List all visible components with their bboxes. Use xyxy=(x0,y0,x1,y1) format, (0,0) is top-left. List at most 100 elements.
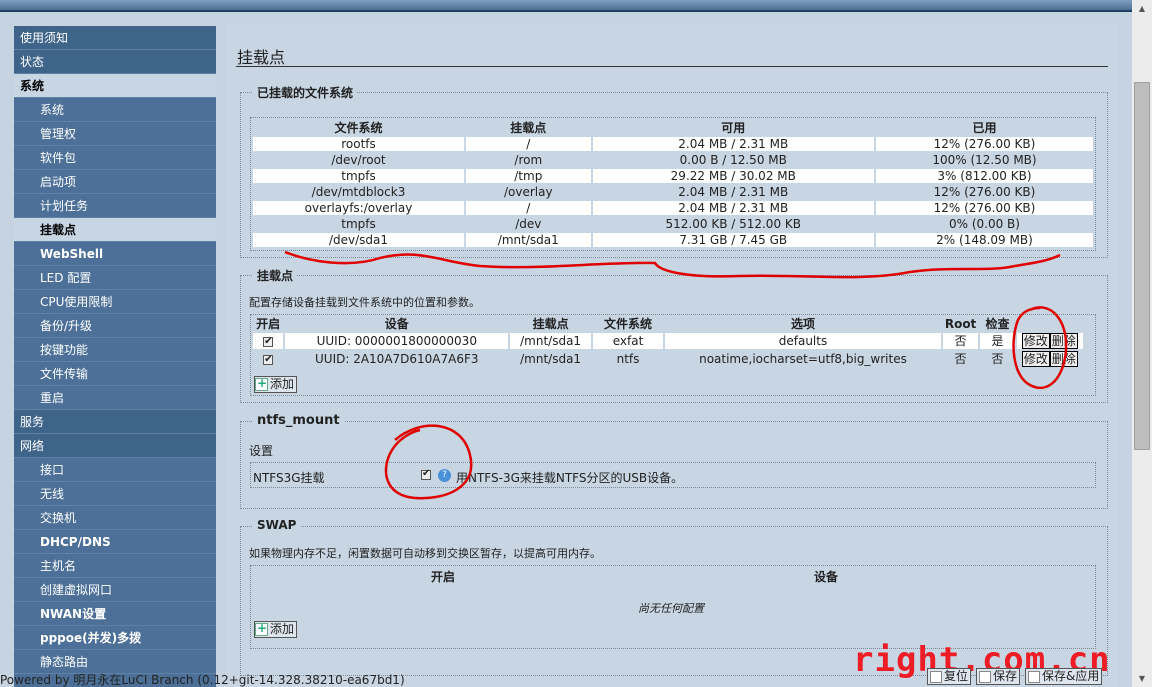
enabled-cell xyxy=(253,333,284,349)
sidebar-item[interactable]: 软件包 xyxy=(14,146,216,170)
edit-button[interactable]: 修改 xyxy=(1021,351,1050,367)
table-cell: /dev/sda1 xyxy=(253,233,464,247)
reset-button[interactable]: 复位 xyxy=(927,668,972,685)
sidebar-item[interactable]: 创建虚拟网口 xyxy=(14,578,216,602)
sidebar-item[interactable]: 重启 xyxy=(14,386,216,410)
enabled-checkbox[interactable] xyxy=(263,335,274,349)
help-icon[interactable]: ? xyxy=(438,469,451,482)
mountpoint-column-header: 文件系统 xyxy=(604,317,653,331)
sidebar-item[interactable]: LED 配置 xyxy=(14,266,216,290)
sidebar-item[interactable]: 按键功能 xyxy=(14,338,216,362)
ntfs3g-label: NTFS3G挂载 xyxy=(253,471,325,485)
sidebar-item[interactable]: 文件传输 xyxy=(14,362,216,386)
sidebar-item[interactable]: 挂载点 xyxy=(14,218,216,242)
save-apply-label: 保存&应用 xyxy=(1042,669,1100,683)
sidebar-item[interactable]: pppoe(并发)多拨 xyxy=(14,626,216,650)
main-content: 挂载点 已挂载的文件系统 文件系统 挂载点 可用 已用 rootfs/2.04 MB … xyxy=(226,24,1118,687)
mountpoints-description: 配置存储设备挂载到文件系统中的位置和参数。 xyxy=(249,296,480,309)
table-cell: 29.22 MB / 30.02 MB xyxy=(592,169,874,183)
bottom-action-buttons: 复位 保存 保存&应用 xyxy=(927,668,1103,685)
table-cell: defaults xyxy=(665,333,941,349)
table-cell: 7.31 GB / 7.45 GB xyxy=(592,233,874,247)
sidebar-item[interactable]: 启动项 xyxy=(14,170,216,194)
ntfs-settings-subtitle: 设置 xyxy=(249,444,274,458)
table-cell: /dev/root xyxy=(253,153,464,167)
table-row: overlayfs:/overlay/2.04 MB / 2.31 MB 12% … xyxy=(253,201,1093,215)
sidebar-item[interactable]: 接口 xyxy=(14,458,216,482)
sidebar-item[interactable]: 备份/升级 xyxy=(14,314,216,338)
mounted-filesystems-legend: 已挂载的文件系统 xyxy=(253,84,358,101)
table-cell: /mnt/sda1 xyxy=(466,233,591,247)
save-apply-button[interactable]: 保存&应用 xyxy=(1025,668,1103,685)
save-button[interactable]: 保存 xyxy=(976,668,1021,685)
add-icon xyxy=(255,621,268,636)
table-cell: /dev/mtdblock3 xyxy=(253,185,464,199)
ntfs3g-checkbox[interactable] xyxy=(421,468,431,480)
sidebar-item[interactable]: 状态 xyxy=(14,50,216,74)
sidebar-item[interactable]: 管理权 xyxy=(14,122,216,146)
scroll-up-arrow-icon[interactable]: ▲ xyxy=(1132,0,1152,17)
sidebar-item[interactable]: WebShell xyxy=(14,242,216,266)
reset-label: 复位 xyxy=(944,669,969,683)
reset-icon xyxy=(930,670,942,683)
table-cell: 否 xyxy=(942,351,979,367)
sidebar-item[interactable]: 系统 xyxy=(14,74,216,98)
table-cell: overlayfs:/overlay xyxy=(253,201,464,215)
table-cell: 12% (276.00 KB) xyxy=(875,185,1093,199)
table-cell: 0% (0.00 B) xyxy=(875,217,1093,231)
delete-button[interactable]: 删除 xyxy=(1049,351,1078,367)
table-cell: / xyxy=(466,137,591,151)
table-cell: UUID: 2A10A7D610A7A6F3 xyxy=(285,351,509,367)
table-row: tmpfs/dev 512.00 KB / 512.00 KB 0% (0.00 B… xyxy=(253,217,1093,231)
save-icon xyxy=(979,670,992,683)
sidebar-item[interactable]: 使用须知 xyxy=(14,26,216,50)
table-row: tmpfs/tmp 29.22 MB / 30.02 MB 3% (812.00 K… xyxy=(253,169,1093,183)
scroll-down-arrow-icon[interactable]: ▼ xyxy=(1132,670,1152,687)
sidebar-item[interactable]: 计划任务 xyxy=(14,194,216,218)
ntfs-mount-section: ntfs_mount 设置 NTFS3G挂载 ? 用NTFS-3G来挂载NTFS… xyxy=(240,413,1108,509)
sidebar-item[interactable]: 服务 xyxy=(14,410,216,434)
table-row: /dev/mtdblock3/overlay 2.04 MB / 2.31 MB 1… xyxy=(253,185,1093,199)
enabled-cell xyxy=(253,351,284,367)
mountpoint-column-header: 挂载点 xyxy=(532,317,569,331)
table-cell: UUID: 0000001800000030 xyxy=(285,333,509,349)
table-cell: ntfs xyxy=(592,351,664,367)
ntfs-mount-legend: ntfs_mount xyxy=(253,413,344,428)
table-row: /dev/sda1/mnt/sda1 7.31 GB / 7.45 GB 2% (1… xyxy=(253,233,1093,247)
mountpoints-legend: 挂载点 xyxy=(253,267,298,284)
sidebar-item[interactable]: 主机名 xyxy=(14,554,216,578)
delete-button[interactable]: 删除 xyxy=(1049,333,1078,349)
page-title: 挂载点 xyxy=(237,48,286,67)
mountpoint-add-label: 添加 xyxy=(270,377,295,391)
table-cell: 2.04 MB / 2.31 MB xyxy=(592,185,874,199)
top-header-bar xyxy=(0,0,1132,12)
sidebar-item[interactable]: 交换机 xyxy=(14,506,216,530)
scrollbar-thumb[interactable] xyxy=(1134,82,1150,450)
sidebar-item[interactable]: 系统 xyxy=(14,98,216,122)
table-cell: /mnt/sda1 xyxy=(510,351,591,367)
mounted-column-header: 已用 xyxy=(972,121,997,135)
mounted-filesystems-section: 已挂载的文件系统 文件系统 挂载点 可用 已用 rootfs/2.04 MB / 2.… xyxy=(240,84,1108,258)
mounted-column-header: 挂载点 xyxy=(510,121,547,135)
swap-empty-text: 尚无任何配置 xyxy=(638,602,704,615)
table-cell: 否 xyxy=(942,333,979,349)
mountpoint-column-header: Root xyxy=(944,317,977,331)
edit-button[interactable]: 修改 xyxy=(1021,333,1050,349)
swap-add-label: 添加 xyxy=(270,622,295,636)
table-cell: /mnt/sda1 xyxy=(510,333,591,349)
mountpoint-add-button[interactable]: 添加 xyxy=(254,376,298,393)
sidebar-item[interactable]: DHCP/DNS xyxy=(14,530,216,554)
mounted-column-header: 可用 xyxy=(721,121,746,135)
mountpoint-column-header: 设备 xyxy=(384,317,409,331)
sidebar-item[interactable]: NWAN设置 xyxy=(14,602,216,626)
vertical-scrollbar[interactable]: ▲ ▼ xyxy=(1132,0,1152,687)
enabled-checkbox[interactable] xyxy=(263,353,274,367)
swap-add-button[interactable]: 添加 xyxy=(254,621,298,638)
sidebar-menu: 使用须知 状态 系统 系统 管理权 软件包 启动项 计划任务 挂载点 WebShell LED 配置… xyxy=(14,26,216,687)
sidebar-item[interactable]: 无线 xyxy=(14,482,216,506)
table-cell: 2.04 MB / 2.31 MB xyxy=(592,201,874,215)
row-actions: 修改 删除 xyxy=(1016,333,1083,349)
sidebar-item[interactable]: 网络 xyxy=(14,434,216,458)
table-cell: 512.00 KB / 512.00 KB xyxy=(592,217,874,231)
sidebar-item[interactable]: CPU使用限制 xyxy=(14,290,216,314)
